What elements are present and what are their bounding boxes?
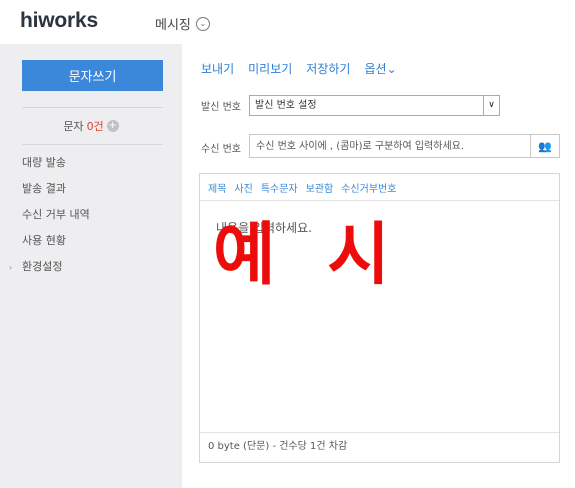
sidebar: 문자쓰기 문자 0건 + 대량 발송 발송 결과 수신 거부 내역 사용 현황 … bbox=[0, 44, 182, 488]
sms-count-value: 0건 bbox=[86, 120, 104, 133]
sidebar-item-usage[interactable]: 사용 현황 bbox=[22, 234, 90, 260]
sender-number-select[interactable]: 발신 번호 설정 ∨ bbox=[249, 95, 500, 116]
sidebar-item-settings[interactable]: › 환경설정 bbox=[9, 260, 90, 286]
sms-count: 문자 0건 + bbox=[0, 118, 182, 134]
write-sms-button[interactable]: 문자쓰기 bbox=[22, 60, 163, 91]
byte-counter: 0 byte (단문) - 건수당 1건 차감 bbox=[200, 432, 559, 462]
sidebar-item-rejection-history[interactable]: 수신 거부 내역 bbox=[22, 208, 90, 234]
sender-number-label: 발신 번호 bbox=[201, 102, 241, 113]
tool-archive[interactable]: 보관함 bbox=[306, 180, 334, 195]
preview-button[interactable]: 미리보기 bbox=[248, 60, 292, 77]
tool-special-chars[interactable]: 특수문자 bbox=[261, 180, 298, 195]
sidebar-item-send-results[interactable]: 발송 결과 bbox=[22, 182, 90, 208]
messaging-menu[interactable]: 메시징 ⌄ bbox=[155, 14, 210, 33]
tool-photo[interactable]: 사진 bbox=[234, 180, 252, 195]
chevron-down-icon: ⌄ bbox=[386, 62, 397, 76]
hiworks-logo[interactable]: hiworks bbox=[20, 9, 98, 33]
compose-toolbar: 보내기 미리보기 저장하기 옵션⌄ bbox=[201, 60, 397, 77]
dropdown-arrow-icon[interactable]: ∨ bbox=[483, 96, 499, 115]
recipient-number-label: 수신 번호 bbox=[201, 144, 241, 155]
sms-count-label: 문자 bbox=[63, 120, 84, 133]
sidebar-nav: 대량 발송 발송 결과 수신 거부 내역 사용 현황 › 환경설정 bbox=[9, 156, 90, 286]
save-button[interactable]: 저장하기 bbox=[306, 60, 350, 77]
sender-number-value: 발신 번호 설정 bbox=[255, 100, 317, 111]
tool-subject[interactable]: 제목 bbox=[208, 180, 226, 195]
sidebar-item-bulk-send[interactable]: 대량 발송 bbox=[22, 156, 90, 182]
sidebar-divider bbox=[22, 107, 163, 108]
send-button[interactable]: 보내기 bbox=[201, 60, 234, 77]
messaging-menu-label: 메시징 bbox=[155, 18, 191, 33]
plus-circle-icon[interactable]: + bbox=[106, 120, 119, 132]
sidebar-divider bbox=[22, 144, 163, 145]
tool-reject-numbers[interactable]: 수신거부번호 bbox=[341, 180, 396, 195]
contacts-icon[interactable]: 👥 bbox=[531, 135, 559, 157]
app-header: hiworks 메시징 ⌄ bbox=[0, 0, 575, 48]
options-button[interactable]: 옵션⌄ bbox=[364, 60, 396, 77]
message-tools: 제목 사진 특수문자 보관함 수신거부번호 bbox=[200, 174, 559, 201]
chevron-right-icon: › bbox=[9, 263, 13, 272]
recipient-field: 👥 bbox=[249, 134, 560, 158]
chevron-down-icon[interactable]: ⌄ bbox=[195, 16, 210, 31]
recipient-number-input[interactable] bbox=[250, 135, 531, 157]
sample-watermark: 예 시 bbox=[213, 216, 404, 295]
